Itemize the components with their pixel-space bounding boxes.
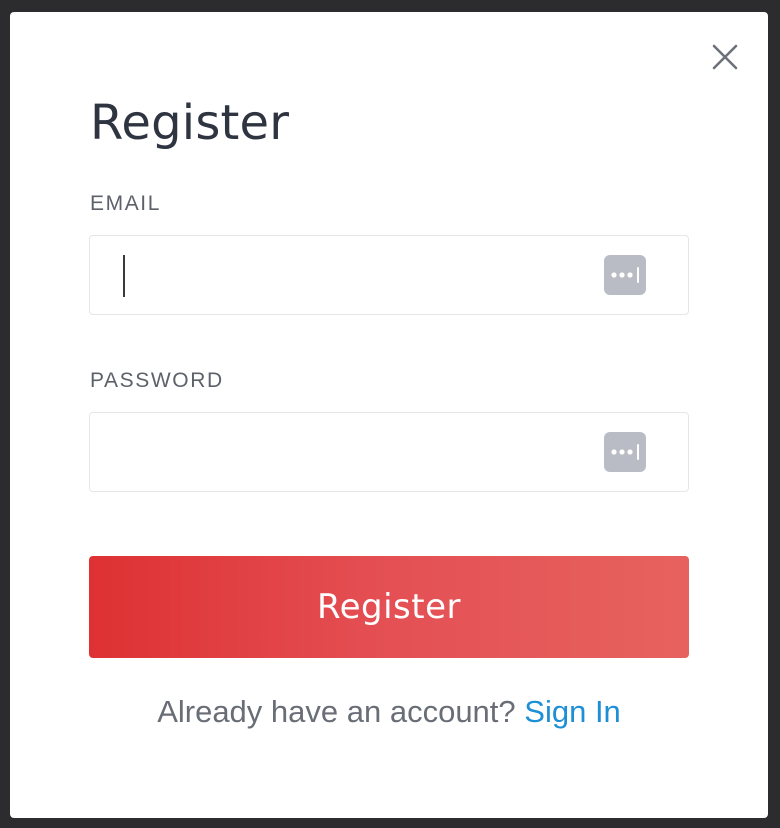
password-manager-icon[interactable] — [604, 432, 646, 472]
sign-in-prompt: Already have an account? Sign In — [10, 694, 768, 730]
sign-in-prompt-text: Already have an account? — [157, 694, 516, 729]
sign-in-link[interactable]: Sign In — [524, 694, 621, 729]
email-field[interactable] — [89, 235, 689, 315]
password-input[interactable] — [90, 413, 688, 491]
password-field[interactable] — [89, 412, 689, 492]
email-label: EMAIL — [90, 192, 162, 215]
close-icon — [710, 42, 740, 72]
register-modal: Register EMAIL PASSWORD Register Already… — [10, 12, 768, 818]
modal-title: Register — [90, 95, 290, 151]
close-button[interactable] — [710, 42, 740, 72]
password-manager-icon[interactable] — [604, 255, 646, 295]
register-button[interactable]: Register — [89, 556, 689, 658]
email-input[interactable] — [90, 236, 688, 314]
text-caret — [123, 255, 125, 297]
password-label: PASSWORD — [90, 369, 224, 392]
